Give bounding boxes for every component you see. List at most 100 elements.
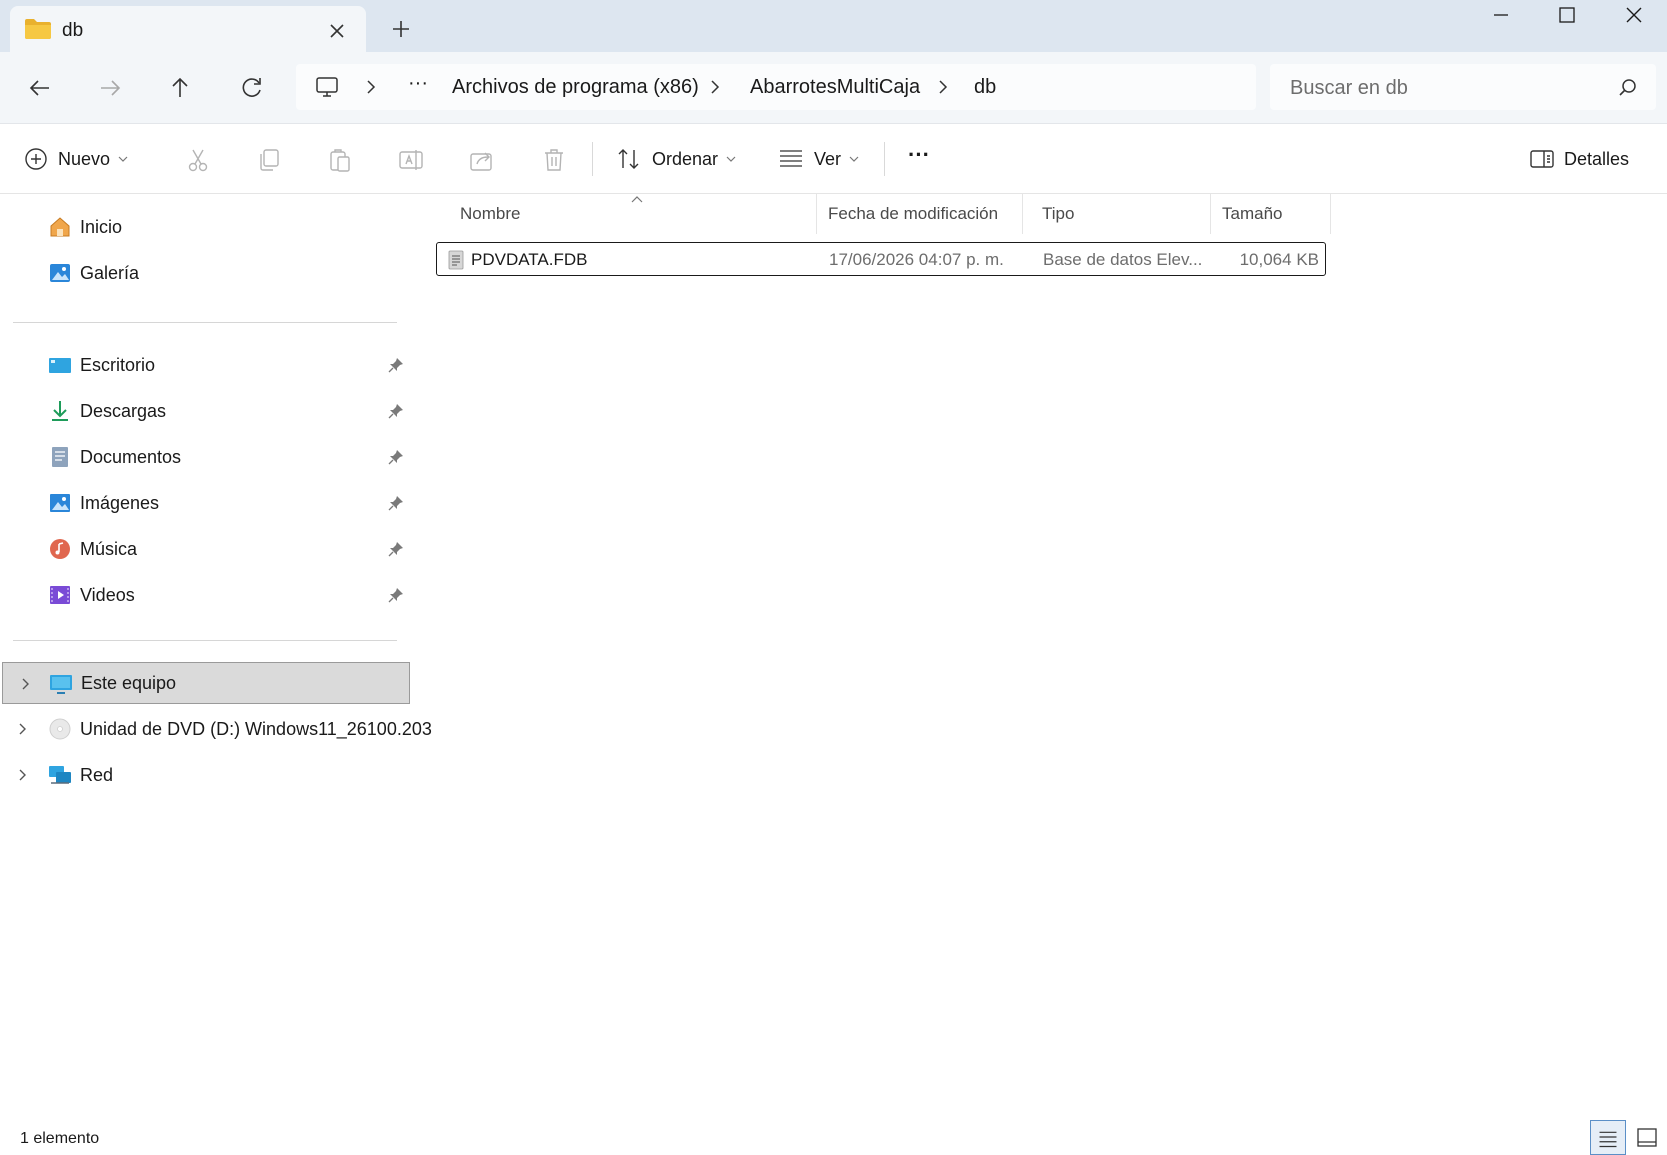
sidebar-item-label: Música xyxy=(80,539,138,559)
details-view-icon[interactable] xyxy=(1590,1120,1626,1155)
share-icon[interactable] xyxy=(468,146,496,174)
delete-icon[interactable] xyxy=(540,146,568,174)
sidebar-item-escritorio[interactable]: Escritorio xyxy=(0,344,412,386)
sidebar-item-label: Documentos xyxy=(80,447,182,467)
column-divider[interactable] xyxy=(1330,194,1331,234)
chevron-right-icon[interactable] xyxy=(19,676,33,692)
breadcrumb-item-db[interactable]: db xyxy=(974,76,996,99)
sort-button-label: Ordenar xyxy=(652,148,719,169)
view-button[interactable]: Ver xyxy=(778,144,859,174)
sort-ascending-icon xyxy=(631,196,643,203)
sidebar-item-galeria[interactable]: Galería xyxy=(0,252,412,294)
sort-button[interactable]: Ordenar xyxy=(616,144,736,174)
sidebar-item-musica[interactable]: Música xyxy=(0,528,412,570)
gallery-icon xyxy=(50,264,70,282)
refresh-icon[interactable] xyxy=(232,68,272,108)
sidebar-item-videos[interactable]: Videos xyxy=(0,574,412,616)
sidebar-item-descargas[interactable]: Descargas xyxy=(0,390,412,432)
sidebar-item-label: Unidad de DVD (D:) Windows11_26100.203 xyxy=(80,719,432,739)
music-icon xyxy=(50,539,70,559)
search-icon[interactable] xyxy=(1618,78,1638,98)
column-header-type[interactable]: Tipo xyxy=(1042,204,1074,238)
divider xyxy=(13,322,397,323)
chevron-right-icon[interactable] xyxy=(16,721,30,737)
home-icon xyxy=(50,217,70,237)
details-button-label: Detalles xyxy=(1564,148,1630,169)
chevron-down-icon xyxy=(726,156,736,162)
chevron-right-icon[interactable] xyxy=(16,767,30,783)
plus-circle-icon xyxy=(25,148,47,170)
documents-icon xyxy=(52,447,68,467)
forward-arrow-icon[interactable] xyxy=(90,68,130,108)
new-tab-plus-icon[interactable] xyxy=(388,16,414,42)
maximize-button[interactable] xyxy=(1534,0,1600,34)
sidebar-item-label: Galería xyxy=(80,263,140,283)
this-pc-icon xyxy=(50,675,72,694)
tab-db[interactable]: db xyxy=(10,6,366,52)
computer-icon[interactable] xyxy=(314,74,340,100)
sidebar-item-este-equipo[interactable]: Este equipo xyxy=(2,662,410,704)
minimize-button[interactable] xyxy=(1468,0,1534,34)
tab-title: db xyxy=(62,20,84,41)
pin-icon[interactable] xyxy=(388,357,404,373)
column-header-name[interactable]: Nombre xyxy=(460,204,520,238)
tiles-view-icon[interactable] xyxy=(1630,1120,1666,1155)
videos-icon xyxy=(50,586,70,604)
breadcrumb-overflow[interactable]: ··· xyxy=(408,72,428,95)
desktop-icon xyxy=(49,358,71,373)
close-tab-icon[interactable] xyxy=(326,20,348,42)
column-header-date[interactable]: Fecha de modificación xyxy=(828,204,998,238)
file-type: Base de datos Elev... xyxy=(1043,250,1203,269)
separator xyxy=(592,142,593,176)
sidebar-item-label: Videos xyxy=(80,585,135,605)
new-button[interactable]: Nuevo xyxy=(24,144,128,174)
close-window-button[interactable] xyxy=(1600,0,1666,34)
chevron-right-icon[interactable] xyxy=(364,78,378,96)
sidebar-item-red[interactable]: Red xyxy=(0,754,412,796)
sidebar-item-label: Red xyxy=(80,765,114,785)
column-divider[interactable] xyxy=(816,194,817,234)
chevron-right-icon[interactable] xyxy=(708,78,722,96)
column-divider[interactable] xyxy=(1210,194,1211,234)
breadcrumb-item-program-files[interactable]: Archivos de programa (x86) xyxy=(452,76,699,99)
chevron-right-icon[interactable] xyxy=(936,78,950,96)
back-arrow-icon[interactable] xyxy=(20,68,60,108)
pin-icon[interactable] xyxy=(388,403,404,419)
up-arrow-icon[interactable] xyxy=(160,68,200,108)
pictures-icon xyxy=(50,494,70,512)
details-pane-icon xyxy=(1530,150,1554,168)
file-name: PDVDATA.FDB xyxy=(471,250,588,269)
sidebar-item-dvd-drive[interactable]: Unidad de DVD (D:) Windows11_26100.203 xyxy=(0,708,432,750)
more-options-button[interactable]: ··· xyxy=(908,140,930,170)
copy-icon[interactable] xyxy=(255,146,283,174)
rename-icon[interactable] xyxy=(397,146,425,174)
search-box[interactable]: Buscar en db xyxy=(1270,64,1656,110)
table-row[interactable]: PDVDATA.FDB 17/06/2026 04:07 p. m. Base … xyxy=(436,242,1326,276)
sidebar-item-label: Este equipo xyxy=(81,673,177,693)
address-bar[interactable]: ··· Archivos de programa (x86) Abarrotes… xyxy=(296,64,1256,110)
paste-icon[interactable] xyxy=(326,146,354,174)
sidebar-item-label: Descargas xyxy=(80,401,167,421)
column-header-size[interactable]: Tamaño xyxy=(1222,204,1282,238)
cut-icon[interactable] xyxy=(184,146,212,174)
database-file-icon xyxy=(448,250,464,270)
separator xyxy=(884,142,885,176)
breadcrumb-item-abarrotes[interactable]: AbarrotesMultiCaja xyxy=(750,76,920,99)
search-placeholder[interactable]: Buscar en db xyxy=(1290,77,1408,100)
sidebar-item-label: Inicio xyxy=(80,217,123,237)
pin-icon[interactable] xyxy=(388,449,404,465)
title-bar: db xyxy=(0,0,1667,52)
sidebar-item-inicio[interactable]: Inicio xyxy=(0,206,412,248)
chevron-down-icon xyxy=(118,156,128,162)
view-lines-icon xyxy=(780,150,802,167)
sidebar-item-documentos[interactable]: Documentos xyxy=(0,436,412,478)
pin-icon[interactable] xyxy=(388,587,404,603)
pin-icon[interactable] xyxy=(388,541,404,557)
column-divider[interactable] xyxy=(1022,194,1023,234)
file-list: Nombre Fecha de modificación Tipo Tamaño… xyxy=(412,194,1667,1114)
sidebar-item-imagenes[interactable]: Imágenes xyxy=(0,482,412,524)
divider xyxy=(13,640,397,641)
navigation-pane: Inicio Galería Escritorio Descargas Docu… xyxy=(0,194,432,1114)
details-button[interactable]: Detalles xyxy=(1530,144,1629,174)
pin-icon[interactable] xyxy=(388,495,404,511)
